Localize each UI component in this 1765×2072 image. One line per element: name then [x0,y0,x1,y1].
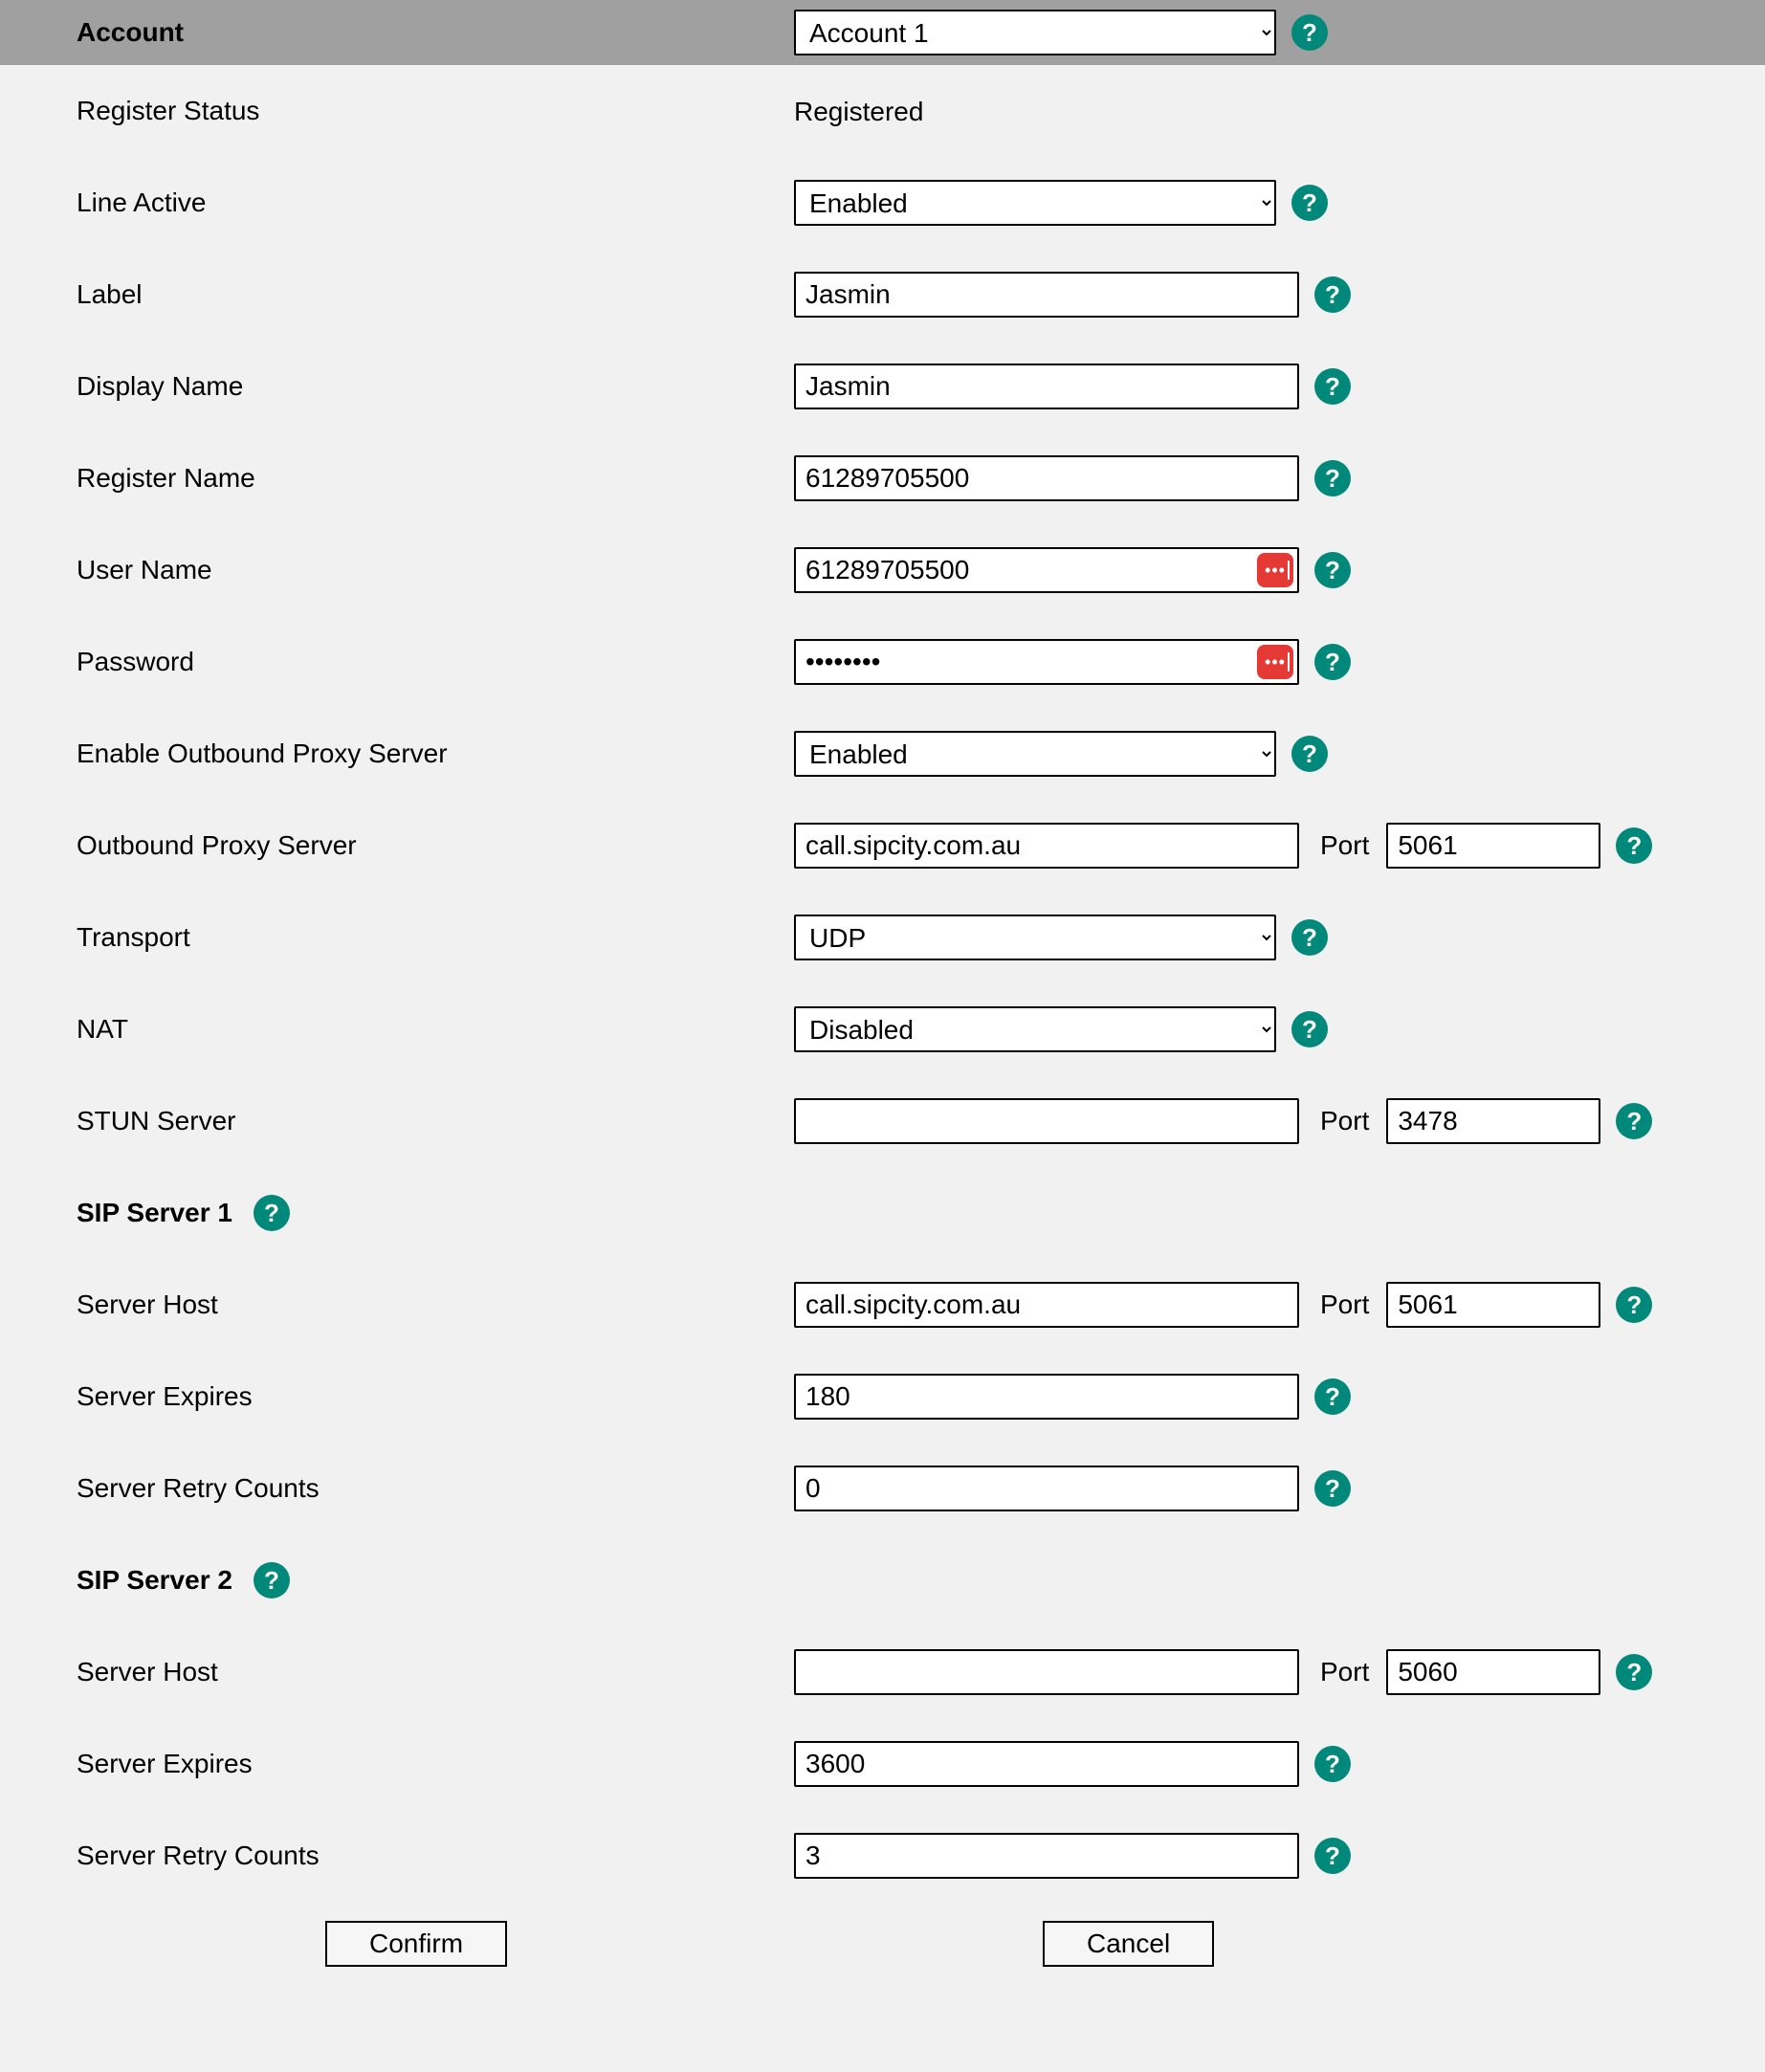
sip1-retry-row: Server Retry Counts [0,1443,1765,1534]
help-icon[interactable] [1314,368,1351,405]
stun-row: STUN Server Port [0,1075,1765,1167]
sip1-port-input[interactable] [1386,1282,1600,1328]
outbound-proxy-input[interactable] [794,823,1299,869]
line-active-row: Line Active Enabled [0,157,1765,249]
sip2-retry-label: Server Retry Counts [0,1841,794,1871]
help-icon[interactable] [1616,827,1652,864]
sip1-host-label: Server Host [0,1289,794,1320]
help-icon[interactable] [1616,1103,1652,1139]
password-manager-icon[interactable] [1257,645,1293,679]
outbound-proxy-row: Outbound Proxy Server Port [0,800,1765,892]
help-icon[interactable] [1616,1287,1652,1323]
register-name-label: Register Name [0,463,794,494]
help-icon[interactable] [1314,460,1351,496]
help-icon[interactable] [1291,736,1328,772]
outbound-proxy-port-input[interactable] [1386,823,1600,869]
sip1-host-row: Server Host Port [0,1259,1765,1351]
sip1-host-input[interactable] [794,1282,1299,1328]
password-input[interactable] [794,639,1299,685]
cancel-button[interactable]: Cancel [1043,1921,1214,1967]
nat-label: NAT [0,1014,794,1045]
help-icon[interactable] [1291,14,1328,51]
password-row: Password [0,616,1765,708]
help-icon[interactable] [1314,1746,1351,1782]
user-name-label: User Name [0,555,794,585]
help-icon[interactable] [1314,552,1351,588]
help-icon[interactable] [1314,1470,1351,1507]
help-icon[interactable] [254,1195,290,1231]
sip2-port-label: Port [1320,1657,1369,1687]
sip2-host-label: Server Host [0,1657,794,1687]
help-icon[interactable] [1291,1011,1328,1047]
sip-server-1-title: SIP Server 1 [77,1198,232,1228]
display-name-label: Display Name [0,371,794,402]
user-name-input[interactable] [794,547,1299,593]
sip1-retry-label: Server Retry Counts [0,1473,794,1504]
sip-server-2-section: SIP Server 2 [0,1534,1765,1626]
transport-row: Transport UDP [0,892,1765,983]
help-icon[interactable] [1616,1654,1652,1690]
confirm-button[interactable]: Confirm [325,1921,507,1967]
transport-select[interactable]: UDP [794,915,1276,960]
register-status-row: Register Status Registered [0,65,1765,157]
sip1-expires-row: Server Expires [0,1351,1765,1443]
sip-server-2-title: SIP Server 2 [77,1565,232,1596]
account-header-row: Account Account 1 [0,0,1765,65]
help-icon[interactable] [254,1562,290,1598]
register-name-input[interactable] [794,455,1299,501]
password-manager-icon[interactable] [1257,553,1293,587]
password-label: Password [0,647,794,677]
register-status-value: Registered [794,95,923,127]
register-name-row: Register Name [0,432,1765,524]
transport-label: Transport [0,922,794,953]
stun-port-label: Port [1320,1106,1369,1136]
sip-server-1-section: SIP Server 1 [0,1167,1765,1259]
stun-label: STUN Server [0,1106,794,1136]
help-icon[interactable] [1291,185,1328,221]
sip1-port-label: Port [1320,1289,1369,1320]
user-name-row: User Name [0,524,1765,616]
sip2-retry-row: Server Retry Counts [0,1810,1765,1902]
label-input[interactable] [794,272,1299,318]
account-select[interactable]: Account 1 [794,10,1276,55]
nat-select[interactable]: Disabled [794,1006,1276,1052]
sip2-retry-input[interactable] [794,1833,1299,1879]
help-icon[interactable] [1314,1378,1351,1415]
stun-input[interactable] [794,1098,1299,1144]
outbound-proxy-port-label: Port [1320,830,1369,861]
sip2-port-input[interactable] [1386,1649,1600,1695]
label-row: Label [0,249,1765,341]
label-label: Label [0,279,794,310]
help-icon[interactable] [1314,276,1351,313]
sip1-expires-input[interactable] [794,1374,1299,1420]
enable-outbound-proxy-select[interactable]: Enabled [794,731,1276,777]
help-icon[interactable] [1314,644,1351,680]
display-name-row: Display Name [0,341,1765,432]
enable-outbound-proxy-row: Enable Outbound Proxy Server Enabled [0,708,1765,800]
account-header-label: Account [0,17,794,48]
register-status-label: Register Status [0,96,794,126]
sip1-retry-input[interactable] [794,1466,1299,1511]
line-active-select[interactable]: Enabled [794,180,1276,226]
sip2-host-row: Server Host Port [0,1626,1765,1718]
sip2-expires-row: Server Expires [0,1718,1765,1810]
display-name-input[interactable] [794,364,1299,409]
sip2-host-input[interactable] [794,1649,1299,1695]
outbound-proxy-label: Outbound Proxy Server [0,830,794,861]
help-icon[interactable] [1314,1838,1351,1874]
enable-outbound-proxy-label: Enable Outbound Proxy Server [0,738,794,769]
sip1-expires-label: Server Expires [0,1381,794,1412]
line-active-label: Line Active [0,187,794,218]
nat-row: NAT Disabled [0,983,1765,1075]
sip2-expires-input[interactable] [794,1741,1299,1787]
help-icon[interactable] [1291,919,1328,956]
stun-port-input[interactable] [1386,1098,1600,1144]
buttons-row: Confirm Cancel [0,1921,1765,1967]
sip2-expires-label: Server Expires [0,1749,794,1779]
